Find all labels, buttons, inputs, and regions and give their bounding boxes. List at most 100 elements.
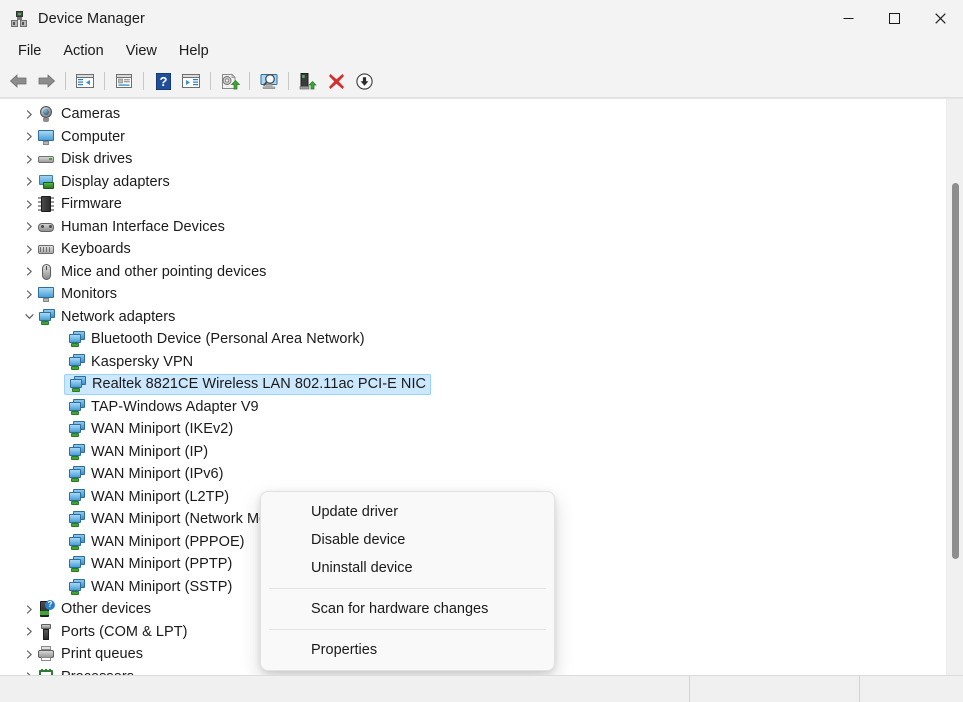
disk-drive-icon: [36, 150, 56, 168]
tree-item-realtek-wireless-nic[interactable]: Realtek 8821CE Wireless LAN 802.11ac PCI…: [0, 373, 946, 396]
context-menu-scan-for-hardware-changes[interactable]: Scan for hardware changes: [265, 595, 550, 623]
unknown-device-icon: ?: [36, 600, 56, 618]
selected-item-highlight[interactable]: Realtek 8821CE Wireless LAN 802.11ac PCI…: [64, 373, 432, 395]
gamepad-icon: [36, 218, 56, 236]
chevron-right-icon[interactable]: [22, 238, 36, 260]
context-menu-properties[interactable]: Properties: [265, 636, 550, 664]
network-adapter-icon: [66, 330, 86, 348]
tree-item-wan-miniport-ipv6[interactable]: WAN Miniport (IPv6): [0, 463, 946, 486]
tree-item-label: Monitors: [61, 286, 117, 303]
menu-action[interactable]: Action: [52, 40, 114, 62]
tree-item-wan-miniport-ikev2[interactable]: WAN Miniport (IKEv2): [0, 418, 946, 441]
chevron-right-icon[interactable]: [22, 621, 36, 643]
keyboard-icon: [36, 240, 56, 258]
tree-item-label: Network adapters: [61, 308, 176, 325]
scan-for-hardware-changes-button[interactable]: [256, 68, 282, 94]
tree-item-label: WAN Miniport (PPTP): [91, 556, 233, 573]
red-x-icon: [328, 73, 344, 89]
chevron-right-icon[interactable]: [22, 126, 36, 148]
device-manager-icon: [11, 10, 27, 27]
chevron-right-icon[interactable]: [22, 148, 36, 170]
context-menu-uninstall-device[interactable]: Uninstall device: [265, 554, 550, 582]
mouse-icon: [36, 263, 56, 281]
tree-item-wan-miniport-ip[interactable]: WAN Miniport (IP): [0, 441, 946, 464]
camera-icon: [36, 105, 56, 123]
window-controls: [825, 0, 963, 37]
show-hide-action-pane-button[interactable]: [178, 68, 204, 94]
uninstall-device-button[interactable]: [323, 68, 349, 94]
status-bar-panel-3: [860, 676, 963, 702]
network-adapter-icon: [66, 420, 86, 438]
chevron-right-icon[interactable]: [22, 193, 36, 215]
forward-button[interactable]: [33, 68, 59, 94]
tree-item-label: WAN Miniport (SSTP): [91, 578, 233, 595]
tree-item-label: Other devices: [61, 601, 152, 618]
chevron-down-icon[interactable]: [22, 306, 36, 328]
toolbar: ?: [0, 65, 963, 98]
enable-device-button[interactable]: [295, 68, 321, 94]
context-menu-disable-device[interactable]: Disable device: [265, 526, 550, 554]
tree-item-display-adapters[interactable]: Display adapters: [0, 171, 946, 194]
context-menu[interactable]: Update driver Disable device Uninstall d…: [260, 491, 555, 671]
vertical-scrollbar[interactable]: [946, 99, 963, 675]
tree-item-label: Firmware: [61, 196, 122, 213]
show-hide-console-tree-button[interactable]: [72, 68, 98, 94]
minimize-button[interactable]: [825, 0, 871, 37]
maximize-button[interactable]: [871, 0, 917, 37]
update-driver-button[interactable]: [217, 68, 243, 94]
back-arrow-icon: [9, 74, 26, 88]
tree-item-label: Ports (COM & LPT): [61, 623, 188, 640]
tree-item-computer[interactable]: Computer: [0, 126, 946, 149]
chevron-right-icon[interactable]: [22, 598, 36, 620]
action-pane-icon: [182, 74, 200, 88]
chevron-right-icon[interactable]: [22, 171, 36, 193]
network-adapter-icon: [66, 443, 86, 461]
scrollbar-thumb[interactable]: [952, 183, 959, 559]
port-icon: [36, 623, 56, 641]
disable-device-button[interactable]: [351, 68, 377, 94]
tree-item-label: Keyboards: [61, 241, 131, 258]
network-adapter-icon: [66, 465, 86, 483]
close-button[interactable]: [917, 0, 963, 37]
tree-item-label: Print queues: [61, 646, 144, 663]
toolbar-separator: [65, 72, 66, 90]
chevron-right-icon[interactable]: [22, 643, 36, 665]
tree-item-kaspersky-vpn[interactable]: Kaspersky VPN: [0, 351, 946, 374]
network-adapter-icon: [66, 488, 86, 506]
tree-item-human-interface-devices[interactable]: Human Interface Devices: [0, 216, 946, 239]
menu-help[interactable]: Help: [168, 40, 220, 62]
chevron-right-icon[interactable]: [22, 103, 36, 125]
menu-view[interactable]: View: [115, 40, 168, 62]
forward-arrow-icon: [38, 74, 55, 88]
tree-item-mice[interactable]: Mice and other pointing devices: [0, 261, 946, 284]
status-bar: [0, 675, 963, 702]
tree-item-disk-drives[interactable]: Disk drives: [0, 148, 946, 171]
tree-item-network-adapters[interactable]: Network adapters: [0, 306, 946, 329]
tree-item-label: WAN Miniport (IP): [91, 443, 209, 460]
tree-item-tap-windows-adapter[interactable]: TAP-Windows Adapter V9: [0, 396, 946, 419]
tree-item-cameras[interactable]: Cameras: [0, 103, 946, 126]
chevron-right-icon[interactable]: [22, 261, 36, 283]
chevron-right-icon[interactable]: [22, 216, 36, 238]
help-question-icon: ?: [155, 72, 171, 90]
chevron-right-icon[interactable]: [22, 666, 36, 675]
back-button[interactable]: [5, 68, 31, 94]
menu-file[interactable]: File: [7, 40, 52, 62]
toolbar-separator: [249, 72, 250, 90]
tree-item-label: TAP-Windows Adapter V9: [91, 398, 259, 415]
properties-button[interactable]: [111, 68, 137, 94]
menu-bar: File Action View Help: [0, 37, 963, 65]
scan-hardware-icon: [260, 73, 278, 89]
monitor-icon: [36, 285, 56, 303]
tree-item-label: WAN Miniport (IPv6): [91, 466, 224, 483]
tree-item-keyboards[interactable]: Keyboards: [0, 238, 946, 261]
context-menu-update-driver[interactable]: Update driver: [265, 498, 550, 526]
tree-item-label: WAN Miniport (L2TP): [91, 488, 230, 505]
tree-item-firmware[interactable]: Firmware: [0, 193, 946, 216]
tree-item-label: Computer: [61, 128, 126, 145]
svg-text:?: ?: [159, 74, 167, 89]
help-button[interactable]: ?: [150, 68, 176, 94]
tree-item-monitors[interactable]: Monitors: [0, 283, 946, 306]
tree-item-bluetooth-device[interactable]: Bluetooth Device (Personal Area Network): [0, 328, 946, 351]
chevron-right-icon[interactable]: [22, 283, 36, 305]
